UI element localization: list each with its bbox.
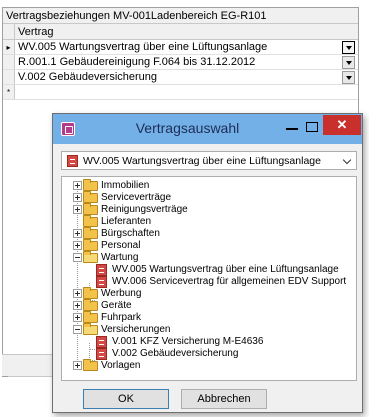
- new-row[interactable]: *: [3, 85, 358, 100]
- current-row-marker[interactable]: ▸: [3, 40, 15, 54]
- expand-icon[interactable]: [73, 193, 82, 202]
- dropdown-button[interactable]: [342, 41, 355, 54]
- chevron-down-icon[interactable]: [342, 155, 352, 165]
- table-row[interactable]: ▸ WV.005 Wartungsvertrag über eine Lüftu…: [3, 40, 358, 55]
- tree-node-label: Bürgschaften: [101, 228, 160, 239]
- grid-cell-empty[interactable]: [15, 85, 358, 99]
- tree-node-label: Fuhrpark: [101, 312, 142, 323]
- row-selector-header: [3, 24, 15, 39]
- tree-node-label: Wartung: [101, 252, 139, 263]
- grid-title: Vertragsbeziehungen MV-001Ladenbereich E…: [3, 8, 358, 24]
- ok-button[interactable]: OK: [83, 389, 169, 409]
- tree-node-contract[interactable]: WV.006 Servicevertrag für allgemeinen ED…: [62, 276, 352, 288]
- close-button[interactable]: ✕: [323, 115, 361, 135]
- collapse-icon[interactable]: [73, 253, 82, 262]
- tree-node-label: Lieferanten: [101, 216, 152, 227]
- selected-contract: WV.005 Wartungsvertrag über eine Lüftung…: [83, 155, 321, 167]
- tree-node-werbung[interactable]: Werbung: [62, 287, 352, 300]
- tree-node-contract[interactable]: WV.005 Wartungsvertrag über eine Lüftung…: [62, 264, 352, 276]
- dialog-title: Vertragsauswahl: [135, 120, 240, 136]
- tree-node-fuhrpark[interactable]: Fuhrpark: [62, 311, 352, 324]
- tree-node-immobilien[interactable]: Immobilien: [62, 179, 352, 192]
- new-row-marker[interactable]: *: [3, 85, 15, 99]
- tree-node-label: Geräte: [101, 300, 132, 311]
- expand-icon[interactable]: [73, 301, 82, 310]
- folder-icon: [83, 191, 98, 203]
- maximize-icon[interactable]: [306, 122, 318, 132]
- dropdown-button[interactable]: [342, 71, 355, 84]
- grid-cell[interactable]: V.002 Gebäudeversicherung: [15, 70, 342, 84]
- tree-node-label: Versicherungen: [101, 324, 171, 335]
- grid-cell[interactable]: R.001.1 Gebäudereinigung F.064 bis 31.12…: [15, 55, 342, 69]
- tree-node-label: V.002 Gebäudeversicherung: [112, 348, 239, 359]
- tree-node-label: Vorlagen: [101, 360, 141, 371]
- tree-node-label: Werbung: [101, 288, 142, 299]
- row-selector[interactable]: [3, 55, 15, 69]
- contract-tree: Immobilien Serviceverträge Reinigungsver…: [61, 176, 357, 381]
- dialog-titlebar[interactable]: Vertragsauswahl ✕: [53, 114, 362, 144]
- tree-node-contract[interactable]: V.002 Gebäudeversicherung: [62, 348, 352, 360]
- tree-node-label: Serviceverträge: [101, 192, 172, 203]
- tree-node-label: Immobilien: [101, 180, 150, 191]
- minimize-icon[interactable]: [286, 128, 298, 130]
- tree-node-label: WV.005 Wartungsvertrag über eine Lüftung…: [112, 264, 339, 275]
- tree-node-lieferanten[interactable]: Lieferanten: [62, 215, 352, 228]
- tree-node-label: Personal: [101, 240, 141, 251]
- folder-icon: [83, 215, 98, 227]
- tree-node-personal[interactable]: Personal: [62, 239, 352, 252]
- folder-icon: [83, 299, 98, 311]
- expand-icon[interactable]: [73, 289, 82, 298]
- tree-node-label: WV.006 Servicevertrag für allgemeinen ED…: [112, 276, 347, 287]
- table-row[interactable]: V.002 Gebäudeversicherung: [3, 70, 358, 85]
- tree-node-label: Reinigungsverträge: [101, 204, 188, 215]
- folder-icon: [83, 287, 98, 299]
- tree-node-geräte[interactable]: Geräte: [62, 299, 352, 312]
- folder-icon: [83, 311, 98, 323]
- folder-icon: [83, 359, 98, 371]
- expand-icon[interactable]: [73, 205, 82, 214]
- tree-node-serviceverträge[interactable]: Serviceverträge: [62, 191, 352, 204]
- row-selector[interactable]: [3, 70, 15, 84]
- tree-node-reinigungsverträge[interactable]: Reinigungsverträge: [62, 203, 352, 216]
- contract-selection-dialog: Vertragsauswahl ✕ WV.005 Wartungsvertrag…: [52, 113, 363, 413]
- expand-icon[interactable]: [73, 361, 82, 370]
- contract-document-icon: [96, 336, 107, 348]
- contract-document-icon: [96, 276, 107, 288]
- folder-open-icon: [83, 251, 98, 263]
- tree-node-vorlagen[interactable]: Vorlagen: [62, 359, 352, 372]
- folder-icon: [83, 239, 98, 251]
- contract-document-icon: [67, 155, 78, 167]
- tree-node-wartung[interactable]: Wartung: [62, 251, 352, 264]
- tree-node-label: V.001 KFZ Versicherung M-E4636: [112, 336, 264, 347]
- expand-icon[interactable]: [73, 241, 82, 250]
- contract-document-icon: [96, 348, 107, 360]
- column-header-vertrag[interactable]: Vertrag: [15, 24, 358, 39]
- expand-icon[interactable]: [73, 229, 82, 238]
- folder-icon: [83, 179, 98, 191]
- contract-select[interactable]: WV.005 Wartungsvertrag über eine Lüftung…: [61, 151, 357, 170]
- grid-cell[interactable]: WV.005 Wartungsvertrag über eine Lüftung…: [15, 40, 342, 54]
- grid-header: Vertrag: [3, 24, 358, 40]
- expand-icon[interactable]: [73, 313, 82, 322]
- cancel-button[interactable]: Abbrechen: [181, 389, 267, 409]
- contract-document-icon: [96, 264, 107, 276]
- table-row[interactable]: R.001.1 Gebäudereinigung F.064 bis 31.12…: [3, 55, 358, 70]
- tree-node-bürgschaften[interactable]: Bürgschaften: [62, 227, 352, 240]
- tree-node-versicherungen[interactable]: Versicherungen: [62, 323, 352, 336]
- tree-node-contract[interactable]: V.001 KFZ Versicherung M-E4636: [62, 336, 352, 348]
- collapse-icon[interactable]: [73, 325, 82, 334]
- dropdown-button[interactable]: [342, 56, 355, 69]
- expand-icon[interactable]: [73, 181, 82, 190]
- folder-icon: [83, 203, 98, 215]
- folder-icon: [83, 227, 98, 239]
- folder-open-icon: [83, 323, 98, 335]
